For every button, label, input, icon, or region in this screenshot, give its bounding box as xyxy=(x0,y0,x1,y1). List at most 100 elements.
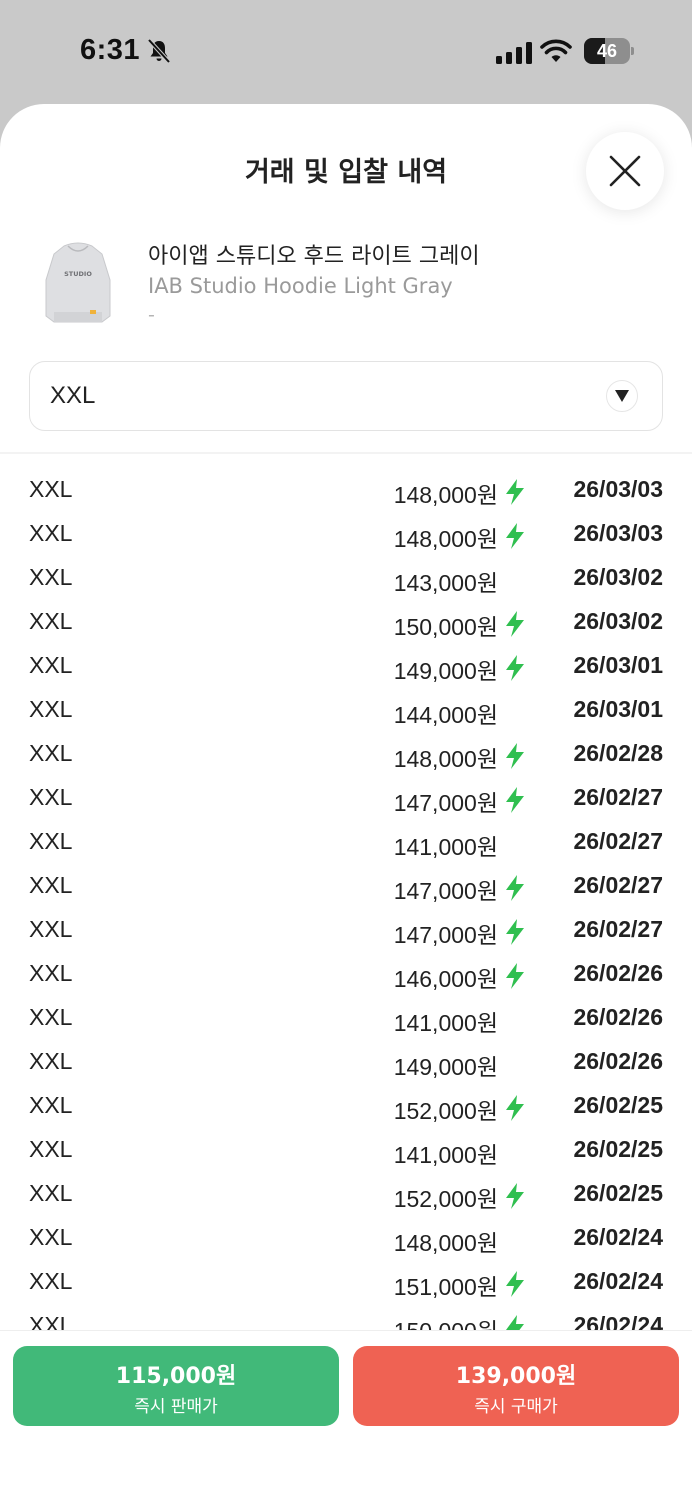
trade-size: XXL xyxy=(29,476,73,502)
lightning-icon xyxy=(506,655,524,681)
trade-price: 150,000원 xyxy=(393,614,498,640)
trade-row: XXL 149,000원 26/03/01 xyxy=(0,640,692,684)
product-model-number: - xyxy=(148,304,155,326)
trade-size: XXL xyxy=(29,608,73,634)
trade-row: XXL 147,000원 26/02/27 xyxy=(0,904,692,948)
trade-price: 151,000원 xyxy=(393,1274,498,1300)
trade-row: XXL 150,000원 26/02/24 xyxy=(0,1300,692,1332)
trade-row: XXL 148,000원 26/03/03 xyxy=(0,464,692,508)
lightning-icon xyxy=(506,1271,524,1297)
trade-date: 26/02/28 xyxy=(573,740,663,766)
product-name-korean: 아이앱 스튜디오 후드 라이트 그레이 xyxy=(148,244,480,269)
trade-date: 26/02/26 xyxy=(573,960,663,986)
trade-size: XXL xyxy=(29,872,73,898)
trade-price: 141,000원 xyxy=(393,834,498,860)
trade-price: 146,000원 xyxy=(393,966,498,992)
trade-price: 148,000원 xyxy=(393,746,498,772)
chevron-down-icon xyxy=(606,380,638,412)
status-bar: 6:31 46 xyxy=(0,0,692,100)
trade-row: XXL 149,000원 26/02/26 xyxy=(0,1036,692,1080)
trade-row: XXL 152,000원 26/02/25 xyxy=(0,1168,692,1212)
lightning-icon xyxy=(506,787,524,813)
trade-price: 149,000원 xyxy=(393,658,498,684)
trade-row: XXL 144,000원 26/03/01 xyxy=(0,684,692,728)
trade-date: 26/03/01 xyxy=(573,652,663,678)
trade-size: XXL xyxy=(29,960,73,986)
trade-price: 148,000원 xyxy=(393,526,498,552)
trade-date: 26/02/27 xyxy=(573,828,663,854)
trade-date: 26/02/27 xyxy=(573,784,663,810)
trade-date: 26/02/26 xyxy=(573,1004,663,1030)
battery-indicator: 46 xyxy=(584,38,634,64)
trade-row: XXL 152,000원 26/02/25 xyxy=(0,1080,692,1124)
trade-size: XXL xyxy=(29,784,73,810)
trade-size: XXL xyxy=(29,652,73,678)
trade-size: XXL xyxy=(29,1004,73,1030)
trade-date: 26/03/02 xyxy=(573,564,663,590)
lightning-icon xyxy=(506,523,524,549)
trade-price: 148,000원 xyxy=(393,482,498,508)
trade-date: 26/02/25 xyxy=(573,1092,663,1118)
trade-price: 150,000원 xyxy=(393,1318,498,1332)
product-summary: STUDIO 아이앱 스튜디오 후드 라이트 그레이 IAB Studio Ho… xyxy=(30,230,670,330)
lightning-icon xyxy=(506,875,524,901)
trade-size: XXL xyxy=(29,740,73,766)
trade-size: XXL xyxy=(29,1180,73,1206)
trade-date: 26/02/25 xyxy=(573,1136,663,1162)
trade-history-sheet: 거래 및 입찰 내역 STUDIO 아이앱 스튜디오 후드 라이트 그레이 IA… xyxy=(0,104,692,1500)
trade-price: 149,000원 xyxy=(393,1054,498,1080)
trade-row: XXL 151,000원 26/02/24 xyxy=(0,1256,692,1300)
trade-date: 26/02/24 xyxy=(573,1224,663,1250)
trade-date: 26/02/26 xyxy=(573,1048,663,1074)
trade-row: XXL 141,000원 26/02/26 xyxy=(0,992,692,1036)
instant-sell-label: 즉시 판매가 xyxy=(134,1397,218,1417)
thumbnail-print: STUDIO xyxy=(64,270,92,278)
trade-date: 26/02/24 xyxy=(573,1312,663,1332)
trade-size: XXL xyxy=(29,696,73,722)
trade-row: XXL 147,000원 26/02/27 xyxy=(0,860,692,904)
trade-row: XXL 148,000원 26/02/24 xyxy=(0,1212,692,1256)
trade-size: XXL xyxy=(29,916,73,942)
instant-sell-price: 115,000원 xyxy=(115,1364,237,1389)
lightning-icon xyxy=(506,919,524,945)
trade-price: 143,000원 xyxy=(393,570,498,596)
lightning-icon xyxy=(506,743,524,769)
status-time: 6:31 xyxy=(80,34,141,66)
instant-sell-button[interactable]: 115,000원 즉시 판매가 xyxy=(13,1346,339,1426)
trade-price: 147,000원 xyxy=(393,878,498,904)
battery-level: 46 xyxy=(596,41,618,61)
lightning-icon xyxy=(506,963,524,989)
instant-buy-button[interactable]: 139,000원 즉시 구매가 xyxy=(353,1346,679,1426)
trade-date: 26/02/27 xyxy=(573,916,663,942)
product-name-english: IAB Studio Hoodie Light Gray xyxy=(148,274,453,298)
trade-date: 26/02/27 xyxy=(573,872,663,898)
trade-size: XXL xyxy=(29,1312,73,1332)
trade-price: 148,000원 xyxy=(393,1230,498,1256)
trade-size: XXL xyxy=(29,1224,73,1250)
product-thumbnail: STUDIO xyxy=(45,242,111,323)
trade-price: 147,000원 xyxy=(393,922,498,948)
trade-date: 26/03/01 xyxy=(573,696,663,722)
action-bar: 115,000원 즉시 판매가 139,000원 즉시 구매가 xyxy=(0,1330,692,1500)
trade-row: XXL 141,000원 26/02/25 xyxy=(0,1124,692,1168)
trade-price: 144,000원 xyxy=(393,702,498,728)
bell-slash-icon xyxy=(147,38,171,64)
wifi-icon xyxy=(540,39,572,62)
trade-size: XXL xyxy=(29,564,73,590)
trade-size: XXL xyxy=(29,1268,73,1294)
lightning-icon xyxy=(506,1183,524,1209)
trade-row: XXL 143,000원 26/03/02 xyxy=(0,552,692,596)
trade-size: XXL xyxy=(29,1092,73,1118)
trade-price: 147,000원 xyxy=(393,790,498,816)
size-select-value: XXL xyxy=(50,382,96,409)
trade-price: 152,000원 xyxy=(393,1186,498,1212)
size-select[interactable]: XXL xyxy=(29,361,663,431)
trade-row: XXL 148,000원 26/02/28 xyxy=(0,728,692,772)
divider xyxy=(0,452,692,454)
trade-date: 26/03/02 xyxy=(573,608,663,634)
cellular-signal-icon xyxy=(496,42,532,64)
trade-list[interactable]: XXL 148,000원 26/03/03 XXL 148,000원 26/03/03 XX… xyxy=(0,456,692,1332)
close-button[interactable] xyxy=(586,132,664,210)
trade-size: XXL xyxy=(29,1136,73,1162)
trade-price: 141,000원 xyxy=(393,1142,498,1168)
